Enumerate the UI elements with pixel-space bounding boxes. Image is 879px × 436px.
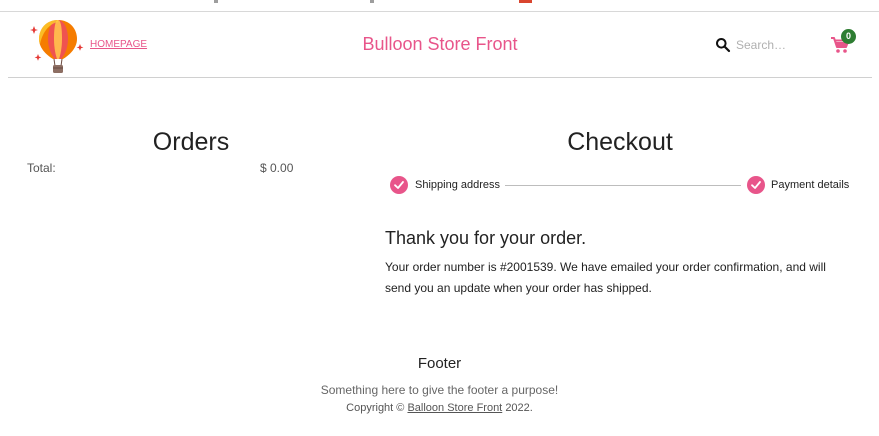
step-payment-details: Payment details (771, 179, 850, 191)
check-circle-icon (390, 176, 408, 194)
copyright-prefix: Copyright © (346, 402, 405, 414)
step-shipping-address: Shipping address (415, 179, 501, 191)
store-title[interactable]: Bulloon Store Front (362, 34, 517, 54)
order-confirmation-message: Your order number is #2001539. We have e… (385, 260, 826, 295)
homepage-link[interactable]: HOMEPAGE (90, 39, 147, 50)
copyright: Copyright © Balloon Store Front 2022. (0, 402, 879, 414)
search-input[interactable] (736, 36, 816, 54)
balloon-logo-icon[interactable] (28, 14, 88, 76)
top-fragment (370, 0, 374, 3)
cart-count-badge: 0 (841, 29, 856, 44)
site-header: HOMEPAGE Bulloon Store Front 0 (8, 12, 872, 78)
footer-subtitle: Something here to give the footer a purp… (320, 383, 559, 397)
thank-you-heading: Thank you for your order. (385, 228, 587, 248)
top-fragment (214, 0, 218, 3)
step-connector (505, 185, 741, 186)
check-circle-icon (747, 176, 765, 194)
orders-title: Orders (152, 128, 230, 156)
copyright-link[interactable]: Balloon Store Front (407, 402, 502, 414)
total-value: $ 0.00 (260, 161, 294, 175)
footer-title: Footer (417, 355, 462, 372)
search-icon[interactable] (715, 37, 731, 53)
total-label: Total: (27, 161, 56, 175)
checkout-title: Checkout (567, 128, 673, 156)
copyright-year: 2022. (505, 402, 533, 414)
top-fragment (519, 0, 532, 3)
